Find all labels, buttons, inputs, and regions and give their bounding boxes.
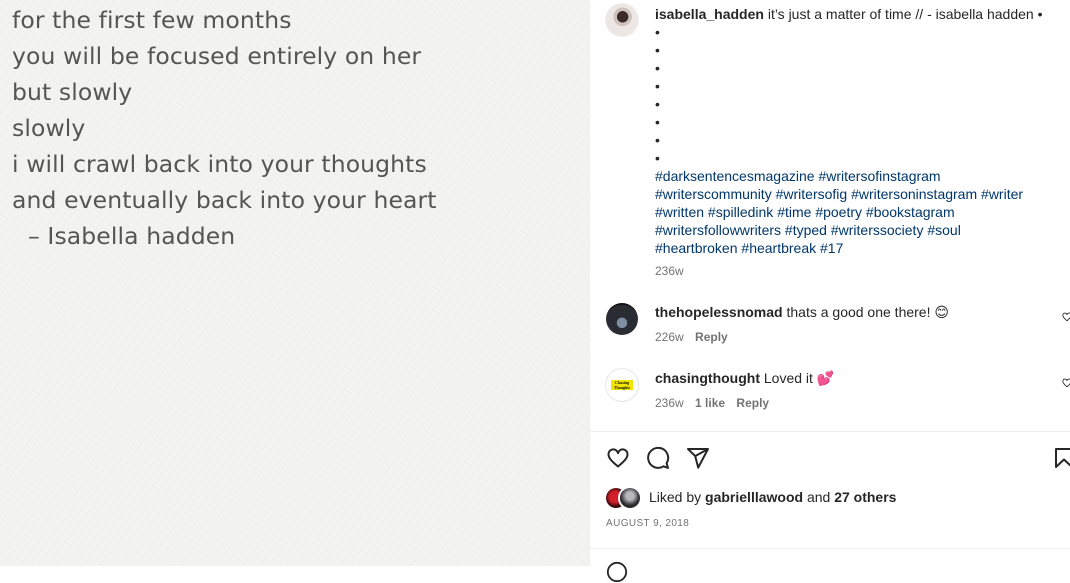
caption: isabella_hadden it’s just a matter of ti… bbox=[655, 5, 1055, 23]
comment-bubble-icon[interactable] bbox=[646, 446, 670, 470]
comment-age: 226w bbox=[655, 330, 684, 344]
caption-bullets: • • • • • • • • bbox=[655, 23, 660, 167]
comment-like-icon[interactable] bbox=[1062, 378, 1070, 388]
hashtag-link[interactable]: #soul bbox=[927, 222, 960, 238]
heart-icon[interactable] bbox=[606, 446, 630, 470]
comment-body: thehopelessnomad thats a good one there!… bbox=[655, 303, 949, 321]
caption-username[interactable]: isabella_hadden bbox=[655, 6, 764, 22]
likes-prefix: Liked by bbox=[649, 489, 702, 505]
caption-bullet: • bbox=[655, 78, 660, 94]
paper-plane-icon[interactable] bbox=[686, 446, 710, 470]
poem-line: for the first few months bbox=[12, 6, 292, 34]
hashtag-link[interactable]: #darksentencesmagazine bbox=[655, 168, 815, 184]
reply-button[interactable]: Reply bbox=[695, 330, 728, 344]
caption-bullet: • bbox=[655, 60, 660, 76]
poem-line: but slowly bbox=[12, 78, 133, 106]
post-date: AUGUST 9, 2018 bbox=[606, 518, 690, 529]
likes-others-link[interactable]: 27 others bbox=[834, 489, 896, 505]
caption-bullet: • bbox=[655, 150, 660, 166]
hashtag-link[interactable]: #writersfollowwriters bbox=[655, 222, 781, 238]
comment-text: thats a good one there! 😊 bbox=[786, 304, 949, 320]
hashtag-link[interactable]: #heartbreak bbox=[741, 240, 816, 256]
poem-line: you will be focused entirely on her bbox=[12, 42, 422, 70]
commenter-avatar[interactable]: Chasing Thoughts bbox=[606, 369, 638, 401]
comment-meta: 236w 1 like Reply bbox=[655, 396, 777, 410]
liker-username[interactable]: gabrielllawood bbox=[705, 489, 803, 505]
comment-like-icon[interactable] bbox=[1062, 312, 1070, 322]
likes-summary: Liked by gabrielllawood and 27 others bbox=[649, 489, 896, 505]
liker-avatar[interactable] bbox=[620, 488, 640, 508]
caption-bullet: • bbox=[655, 42, 660, 58]
comment-like-count[interactable]: 1 like bbox=[695, 396, 725, 410]
comment-username[interactable]: thehopelessnomad bbox=[655, 304, 783, 320]
reply-button[interactable]: Reply bbox=[736, 396, 769, 410]
hashtag-link[interactable]: #poetry bbox=[815, 204, 862, 220]
hashtag-link[interactable]: #spilledink bbox=[708, 204, 773, 220]
hashtag-link[interactable]: #writersofinstagram bbox=[818, 168, 940, 184]
comment-meta: 226w Reply bbox=[655, 330, 736, 344]
caption-bullet: • bbox=[655, 114, 660, 130]
hashtag-link[interactable]: #writerscommunity bbox=[655, 186, 772, 202]
caption-age: 236w bbox=[655, 264, 684, 278]
hashtag-link[interactable]: #typed bbox=[785, 222, 827, 238]
caption-hashtags: #darksentencesmagazine #writersofinstagr… bbox=[655, 167, 1060, 257]
likes-and: and bbox=[806, 489, 831, 505]
hashtag-link[interactable]: #writersofig bbox=[776, 186, 848, 202]
hashtag-link[interactable]: #writer bbox=[981, 186, 1023, 202]
section-divider bbox=[590, 548, 1070, 549]
poem-line: slowly bbox=[12, 114, 86, 142]
post-image: for the first few months you will be foc… bbox=[0, 0, 589, 566]
hashtag-link[interactable]: #heartbroken bbox=[655, 240, 738, 256]
bookmark-icon[interactable] bbox=[1052, 446, 1070, 470]
comment-age: 236w bbox=[655, 396, 684, 410]
commenter-avatar[interactable] bbox=[606, 303, 638, 335]
section-divider bbox=[590, 431, 1070, 432]
hashtag-link[interactable]: #17 bbox=[820, 240, 843, 256]
hashtag-link[interactable]: #time bbox=[777, 204, 811, 220]
caption-bullet: • bbox=[655, 132, 660, 148]
chasing-thought-logo: Chasing Thoughts bbox=[611, 380, 633, 390]
hashtag-link[interactable]: #writerssociety bbox=[831, 222, 924, 238]
caption-meta: 236w bbox=[655, 264, 692, 278]
comment-username[interactable]: chasingthought bbox=[655, 370, 760, 386]
poem-author: – Isabella hadden bbox=[28, 222, 236, 250]
emoji-icon[interactable] bbox=[606, 561, 628, 583]
caption-text: it’s just a matter of time // - isabella… bbox=[767, 6, 1043, 22]
caption-bullet: • bbox=[655, 96, 660, 112]
poem-line: and eventually back into your heart bbox=[12, 186, 437, 214]
author-avatar[interactable] bbox=[606, 4, 638, 36]
hashtag-link[interactable]: #writersoninstagram bbox=[851, 186, 977, 202]
comment-body: chasingthought Loved it 💕 bbox=[655, 369, 834, 387]
pane-divider bbox=[589, 0, 590, 566]
poem-line: i will crawl back into your thoughts bbox=[12, 150, 427, 178]
hashtag-link[interactable]: #bookstagram bbox=[866, 204, 955, 220]
hashtag-link[interactable]: #written bbox=[655, 204, 704, 220]
comment-text: Loved it 💕 bbox=[763, 370, 835, 386]
caption-bullet: • bbox=[655, 24, 660, 40]
